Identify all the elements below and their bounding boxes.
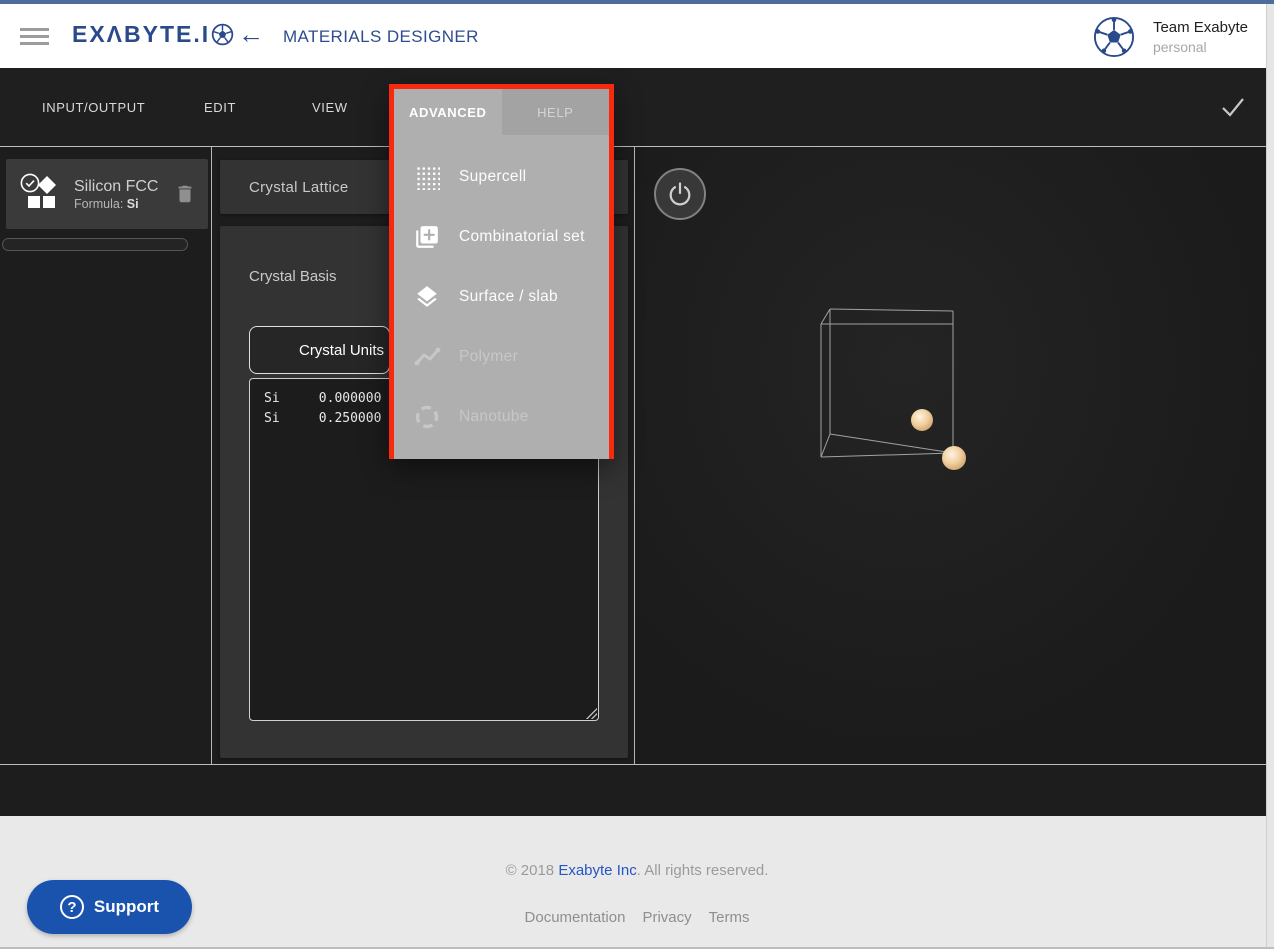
window-top-edge bbox=[0, 0, 1274, 4]
polymer-chain-icon bbox=[413, 343, 441, 371]
crystal-units-button[interactable]: Crystal Units bbox=[249, 326, 390, 374]
menu-view[interactable]: VIEW bbox=[312, 68, 348, 146]
account-type: personal bbox=[1153, 38, 1248, 56]
link-terms[interactable]: Terms bbox=[709, 909, 750, 926]
copyright-line: © 2018 Exabyte Inc. All rights reserved. bbox=[0, 862, 1274, 879]
logo-text: EXΛBYTE.I bbox=[72, 21, 210, 48]
exabyte-inc-link[interactable]: Exabyte Inc bbox=[558, 862, 636, 879]
lower-dark-strip bbox=[0, 766, 1274, 816]
crystal-lattice-header: Crystal Lattice bbox=[249, 179, 349, 196]
hamburger-menu-icon[interactable] bbox=[20, 28, 49, 45]
silicon-atom[interactable] bbox=[942, 446, 966, 470]
menu-item-nanotube[interactable]: Nanotube bbox=[394, 387, 609, 447]
apply-check-icon[interactable] bbox=[1220, 95, 1246, 119]
menu-help[interactable]: HELP bbox=[502, 89, 610, 135]
delete-material-icon[interactable] bbox=[174, 182, 196, 206]
link-privacy[interactable]: Privacy bbox=[642, 909, 691, 926]
unit-cell-wireframe bbox=[821, 309, 953, 457]
page-scrollbar[interactable] bbox=[1266, 4, 1274, 949]
question-icon: ? bbox=[60, 895, 84, 919]
menu-advanced[interactable]: ADVANCED bbox=[394, 89, 502, 135]
viewer-3d[interactable] bbox=[636, 147, 1274, 764]
account-widget[interactable]: Team Exabyte personal bbox=[1093, 16, 1248, 58]
menu-item-polymer[interactable]: Polymer bbox=[394, 327, 609, 387]
advanced-menu-dropdown: ADVANCED HELP Supercell Combinatorial se… bbox=[389, 84, 614, 459]
menu-input-output[interactable]: INPUT/OUTPUT bbox=[42, 68, 145, 146]
material-labels: Silicon FCC Formula: Si bbox=[74, 177, 174, 211]
page-title: MATERIALS DESIGNER bbox=[283, 27, 479, 47]
exabyte-logo[interactable]: EXΛBYTE.I bbox=[72, 21, 234, 48]
library-add-icon bbox=[413, 223, 441, 251]
layers-icon bbox=[413, 283, 441, 311]
material-list-item[interactable]: Silicon FCC Formula: Si bbox=[6, 159, 208, 229]
dropdown-tabs: ADVANCED HELP bbox=[394, 89, 609, 135]
back-arrow-icon[interactable]: ← bbox=[238, 19, 264, 50]
supercell-grid-icon bbox=[413, 163, 441, 191]
content-area: Silicon FCC Formula: Si Crystal Lattice … bbox=[0, 146, 1274, 765]
menu-item-supercell[interactable]: Supercell bbox=[394, 147, 609, 207]
material-widgets-icon bbox=[18, 173, 64, 215]
designer-menubar: INPUT/OUTPUT EDIT VIEW bbox=[0, 68, 1274, 146]
menu-edit[interactable]: EDIT bbox=[204, 68, 236, 146]
crystal-scene[interactable] bbox=[636, 147, 1274, 766]
material-formula: Formula: Si bbox=[74, 197, 174, 211]
app-header: EXΛBYTE.I ← MATERIALS DESIGNER Team Exab… bbox=[0, 4, 1274, 68]
silicon-atom[interactable] bbox=[911, 409, 933, 431]
soccer-ball-icon bbox=[211, 23, 234, 46]
dropdown-body: Supercell Combinatorial set Surface / sl… bbox=[394, 135, 609, 459]
link-documentation[interactable]: Documentation bbox=[525, 909, 626, 926]
materials-sidebar: Silicon FCC Formula: Si bbox=[0, 147, 212, 764]
menu-item-combinatorial-set[interactable]: Combinatorial set bbox=[394, 207, 609, 267]
team-avatar-icon[interactable] bbox=[1093, 16, 1135, 58]
material-title: Silicon FCC bbox=[74, 177, 174, 197]
team-name: Team Exabyte bbox=[1153, 18, 1248, 38]
selected-check-circle-icon bbox=[21, 174, 38, 191]
menu-item-surface-slab[interactable]: Surface / slab bbox=[394, 267, 609, 327]
page-footer: © 2018 Exabyte Inc. All rights reserved.… bbox=[0, 816, 1274, 949]
nanotube-ring-icon bbox=[413, 403, 441, 431]
support-button[interactable]: ? Support bbox=[27, 880, 192, 934]
crystal-basis-header: Crystal Basis bbox=[249, 268, 337, 285]
sidebar-scrollbar[interactable] bbox=[2, 238, 188, 251]
account-labels: Team Exabyte personal bbox=[1153, 18, 1248, 56]
